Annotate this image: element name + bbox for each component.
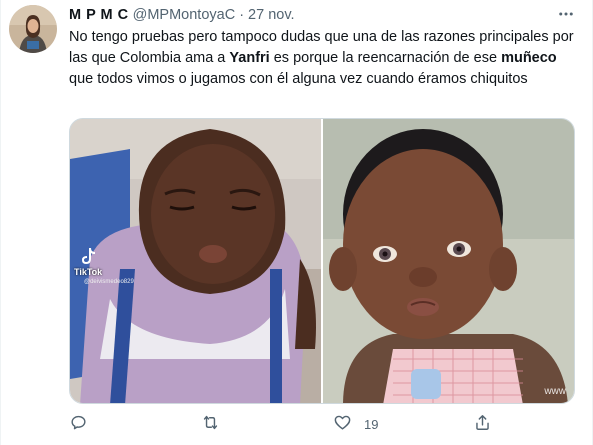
tweet-text-part: es porque la reencarnación de ese: [269, 50, 502, 66]
retweet-button[interactable]: [201, 413, 232, 435]
author-name[interactable]: M P M C: [69, 7, 129, 23]
tweet[interactable]: M P M C @MPMontoyaC · 27 nov. No tengo p…: [0, 0, 593, 445]
avatar[interactable]: [9, 5, 57, 53]
photo-watermark: www: [544, 386, 566, 397]
media-grid: TikTok @deivismedeo829 www: [69, 118, 575, 404]
more-icon[interactable]: [553, 4, 579, 24]
tiktok-watermark: TikTok: [74, 267, 103, 277]
tweet-text-bold-muneco: muñeco: [501, 50, 557, 66]
tweet-date[interactable]: 27 nov.: [248, 7, 295, 23]
like-icon: [333, 413, 352, 435]
tweet-text: No tengo pruebas pero tampoco dudas que …: [69, 27, 579, 90]
reply-button[interactable]: [69, 413, 100, 435]
separator: ·: [239, 7, 245, 23]
author-handle[interactable]: @MPMontoyaC: [133, 7, 236, 23]
action-bar: 19: [69, 413, 509, 437]
tiktok-username: @deivismedeo829: [84, 279, 134, 285]
share-button[interactable]: [473, 413, 492, 435]
tweet-text-bold-yanfri: Yanfri: [229, 50, 270, 66]
like-button[interactable]: 19: [333, 413, 378, 435]
tiktok-icon: [80, 247, 96, 265]
like-count: 19: [364, 416, 379, 432]
tweet-header: M P M C @MPMontoyaC · 27 nov.: [69, 5, 295, 25]
doll-photo[interactable]: www: [323, 119, 574, 403]
child-photo[interactable]: TikTok @deivismedeo829: [70, 119, 321, 403]
share-icon: [473, 413, 492, 435]
tweet-text-part: que todos vimos o jugamos con él alguna …: [69, 71, 528, 87]
retweet-icon: [201, 413, 220, 435]
reply-icon: [69, 413, 88, 435]
